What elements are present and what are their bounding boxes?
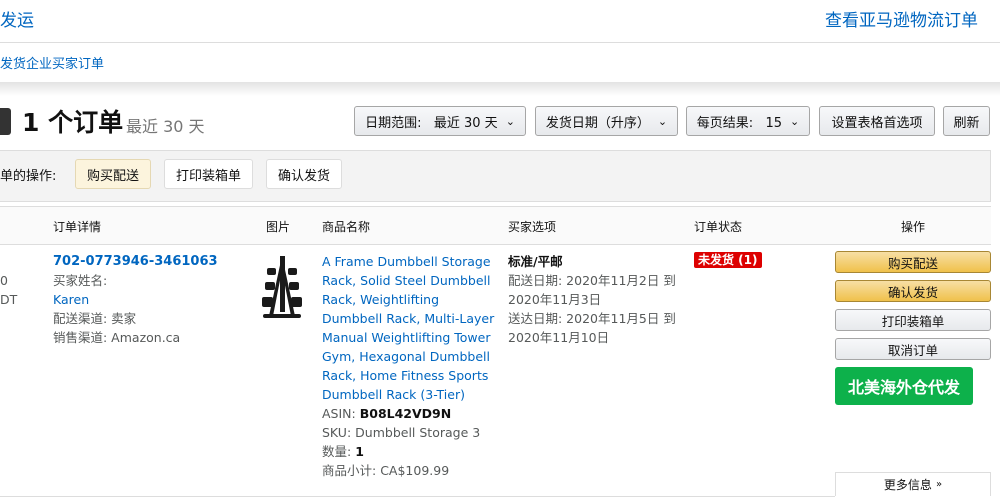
col-order-status: 订单状态 <box>694 220 743 234</box>
sku: SKU: Dumbbell Storage 3 <box>322 423 480 442</box>
order-count: 1 个订单 <box>22 108 124 137</box>
buyer-name-link[interactable]: Karen <box>53 290 89 309</box>
product-name-link[interactable]: A Frame Dumbbell Storage Rack, Solid Ste… <box>322 252 502 404</box>
bulk-print-slip-button[interactable]: 打印装箱单 <box>164 159 253 189</box>
quantity-label: 数量: <box>322 444 352 459</box>
double-chevron-down-icon: » <box>935 479 943 490</box>
buy-shipping-button[interactable]: 购买配送 <box>835 251 991 273</box>
sort-label: 发货日期（升序） <box>545 115 650 131</box>
page-title: 发运 <box>0 11 34 31</box>
order-id-link[interactable]: 702-0773946-3461063 <box>53 252 218 271</box>
col-order-details: 订单详情 <box>53 220 102 234</box>
asin-value: B08L42VD9N <box>359 406 452 421</box>
fulfillment-channel: 配送渠道: 卖家 <box>53 311 137 326</box>
ship-by-date: 配送日期: 2020年11月2日 到 2020年11月3日 <box>508 273 676 307</box>
date-range-dropdown[interactable]: 日期范围: 最近 30 天 ⌄ <box>354 106 526 136</box>
subtotal-label: 商品小计: <box>322 463 377 478</box>
overseas-warehouse-button[interactable]: 北美海外仓代发 <box>835 367 973 405</box>
table-settings-button[interactable]: 设置表格首选项 <box>819 106 935 136</box>
status-badge: 未发货 (1) <box>694 252 762 268</box>
date-range-label: 日期范围: 最近 30 天 <box>365 115 498 131</box>
buyer-name-label: 买家姓名: <box>53 273 108 288</box>
subtotal-value: CA$109.99 <box>380 463 450 478</box>
order-range: 最近 30 天 <box>126 117 205 136</box>
quantity: 数量: 1 <box>322 442 364 461</box>
table-header <box>0 206 991 245</box>
col-image: 图片 <box>266 220 291 234</box>
asin: ASIN: B08L42VD9N <box>322 404 451 423</box>
header-divider <box>0 42 1000 43</box>
shipping-service: 标准/平邮 <box>508 254 563 269</box>
select-all-checkbox[interactable] <box>0 108 11 135</box>
refresh-button[interactable]: 刷新 <box>943 106 990 136</box>
confirm-shipment-button[interactable]: 确认发货 <box>835 280 991 302</box>
section-band <box>0 82 1000 96</box>
chevron-down-icon: ⌄ <box>657 114 668 128</box>
col-buyer-options: 买家选项 <box>508 220 557 234</box>
per-page-dropdown[interactable]: 每页结果: 15 ⌄ <box>686 106 810 136</box>
sku-label: SKU: <box>322 425 352 440</box>
order-date-fragment: 0 <box>0 273 8 288</box>
sku-value: Dumbbell Storage 3 <box>355 425 481 440</box>
per-page-label: 每页结果: 15 <box>696 115 783 131</box>
order-time-fragment: DT <box>0 292 18 307</box>
more-info-button[interactable]: 更多信息 » <box>835 472 991 496</box>
row-divider <box>0 496 835 497</box>
chevron-down-icon: ⌄ <box>505 114 515 128</box>
more-info-label: 更多信息 <box>883 478 932 492</box>
business-orders-link[interactable]: 发货企业买家订单 <box>0 53 104 72</box>
sales-channel: 销售渠道: Amazon.ca <box>53 330 181 345</box>
deliver-by-date: 送达日期: 2020年11月5日 到 2020年11月10日 <box>508 311 676 345</box>
sort-dropdown[interactable]: 发货日期（升序） ⌄ <box>535 106 678 136</box>
product-image[interactable] <box>255 254 309 322</box>
print-packing-slip-button[interactable]: 打印装箱单 <box>835 309 991 331</box>
cancel-order-button[interactable]: 取消订单 <box>835 338 991 360</box>
item-subtotal: 商品小计: CA$109.99 <box>322 461 449 480</box>
col-product-name: 商品名称 <box>322 220 371 234</box>
chevron-down-icon: ⌄ <box>790 114 800 128</box>
bulk-actions-label: 单的操作: <box>0 169 57 184</box>
quantity-value: 1 <box>355 444 364 459</box>
fba-orders-link[interactable]: 查看亚马逊物流订单 <box>825 6 978 31</box>
asin-label: ASIN: <box>322 406 356 421</box>
bulk-buy-shipping-button[interactable]: 购买配送 <box>75 159 151 189</box>
col-actions: 操作 <box>901 220 926 234</box>
bulk-confirm-ship-button[interactable]: 确认发货 <box>266 159 342 189</box>
